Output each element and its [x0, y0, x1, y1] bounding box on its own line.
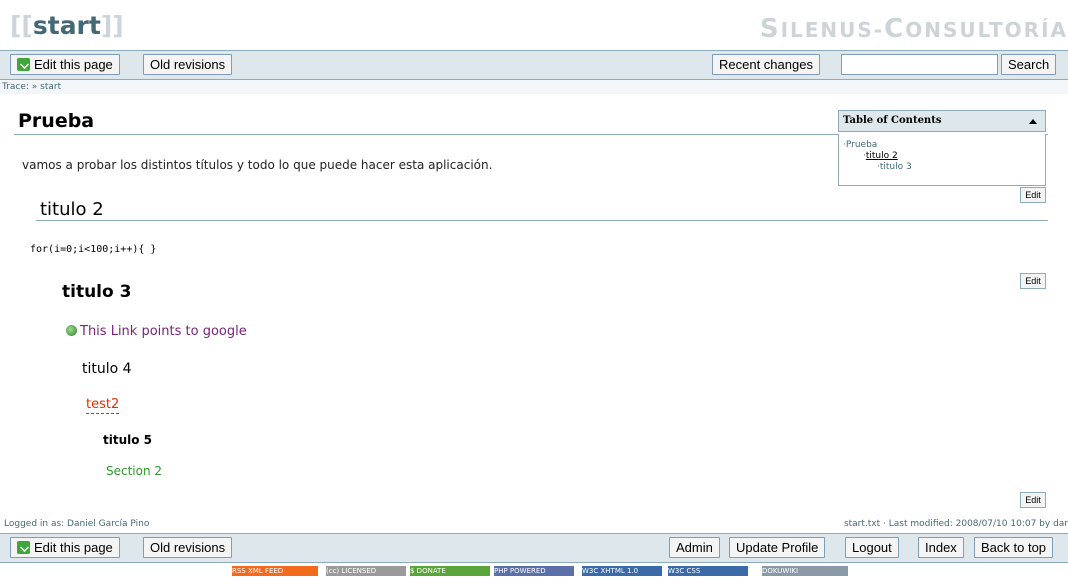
heading-titulo-3: titulo 3	[62, 282, 132, 302]
xhtml-badge[interactable]: W3C XHTML 1.0	[582, 566, 662, 576]
table-of-contents: Table of Contents ·Prueba ·titulo 2 ·tit…	[838, 110, 1046, 186]
rss-badge[interactable]: RSS XML FEED	[232, 566, 318, 576]
edit-section-button[interactable]: Edit	[1020, 187, 1046, 203]
search-input[interactable]	[841, 54, 998, 75]
page-id: start	[32, 11, 101, 40]
intro-paragraph: vamos a probar los distintos títulos y t…	[22, 158, 493, 172]
badge-label: (cc) LICENSED	[326, 567, 377, 575]
edit-page-button[interactable]: Edit this page	[10, 54, 120, 75]
top-toolbar: Edit this page Old revisions Recent chan…	[0, 50, 1068, 80]
last-modified-info: start.txt · Last modified: 2008/07/10 10…	[843, 519, 1068, 529]
open-brackets: [[	[10, 11, 33, 40]
donate-badge[interactable]: $ DONATE	[410, 566, 490, 576]
logged-in-info: Logged in as: Daniel García Pino	[4, 519, 150, 529]
toc-item-label: Prueba	[845, 140, 878, 150]
css-badge[interactable]: W3C CSS	[668, 566, 748, 576]
search-button[interactable]: Search	[1001, 54, 1057, 75]
toc-item[interactable]: ·titulo 3	[839, 162, 1045, 173]
external-link[interactable]: This Link points to google	[66, 324, 247, 339]
heading-titulo-5: titulo 5	[103, 433, 153, 447]
badge-label: W3C CSS	[668, 567, 701, 575]
logout-button[interactable]: Logout	[845, 537, 899, 558]
badge-label: RSS XML FEED	[232, 567, 284, 575]
index-button[interactable]: Index	[918, 537, 964, 558]
globe-icon	[66, 325, 77, 336]
dokuwiki-badge[interactable]: DOKUWIKI	[762, 566, 848, 576]
section-link[interactable]: Section 2	[106, 464, 162, 478]
edit-page-label: Edit this page	[34, 540, 113, 555]
edit-section-button[interactable]: Edit	[1020, 273, 1046, 289]
edit-icon	[17, 541, 30, 554]
page-title: Prueba	[18, 110, 95, 132]
h2-divider	[36, 220, 1048, 221]
license-badge[interactable]: (cc) LICENSED	[326, 566, 406, 576]
breadcrumb: Trace: » start	[0, 80, 1068, 94]
external-link-text: This Link points to google	[80, 324, 247, 339]
php-badge[interactable]: PHP POWERED	[494, 566, 574, 576]
toc-item[interactable]: ·titulo 2	[839, 151, 1045, 162]
old-revisions-button[interactable]: Old revisions	[143, 54, 233, 75]
recent-changes-button[interactable]: Recent changes	[712, 54, 820, 75]
toc-item-label: titulo 3	[879, 162, 912, 172]
update-profile-button[interactable]: Update Profile	[729, 537, 826, 558]
site-title-initial2: C	[884, 14, 906, 44]
toc-title: Table of Contents	[843, 115, 942, 126]
collapse-triangle-icon[interactable]	[1029, 119, 1037, 124]
toc-item[interactable]: ·Prueba	[839, 140, 1045, 151]
edit-section-button[interactable]: Edit	[1020, 492, 1046, 508]
badge-label: DOKUWIKI	[762, 567, 799, 575]
heading-titulo-4: titulo 4	[82, 361, 132, 377]
site-title-part2: ONSULTORÍA	[905, 18, 1068, 42]
heading-titulo-2: titulo 2	[40, 199, 104, 220]
badge-label: $ DONATE	[410, 567, 446, 575]
edit-page-label: Edit this page	[34, 57, 113, 72]
site-title-initial: S	[759, 14, 781, 44]
bottom-toolbar: Edit this page Old revisions Admin Updat…	[0, 533, 1068, 563]
site-title[interactable]: SILENUS-CONSULTORÍA	[760, 14, 1068, 44]
admin-button[interactable]: Admin	[669, 537, 720, 558]
edit-icon	[17, 58, 30, 71]
page-id-heading[interactable]: [[start]]	[10, 11, 124, 41]
site-title-part1: ILENUS-	[780, 18, 885, 42]
badge-label: W3C XHTML 1.0	[582, 567, 639, 575]
code-block: for(i=0;i<100;i++){ }	[30, 244, 157, 255]
toc-header[interactable]: Table of Contents	[838, 110, 1046, 132]
toc-item-label: titulo 2	[865, 151, 898, 161]
badge-label: PHP POWERED	[494, 567, 546, 575]
close-brackets: ]]	[100, 11, 124, 40]
toc-body: ·Prueba ·titulo 2 ·titulo 3	[838, 134, 1046, 186]
back-to-top-button[interactable]: Back to top	[974, 537, 1054, 558]
old-revisions-button[interactable]: Old revisions	[143, 537, 233, 558]
edit-page-button[interactable]: Edit this page	[10, 537, 120, 558]
wiki-link-missing[interactable]: test2	[86, 397, 120, 414]
